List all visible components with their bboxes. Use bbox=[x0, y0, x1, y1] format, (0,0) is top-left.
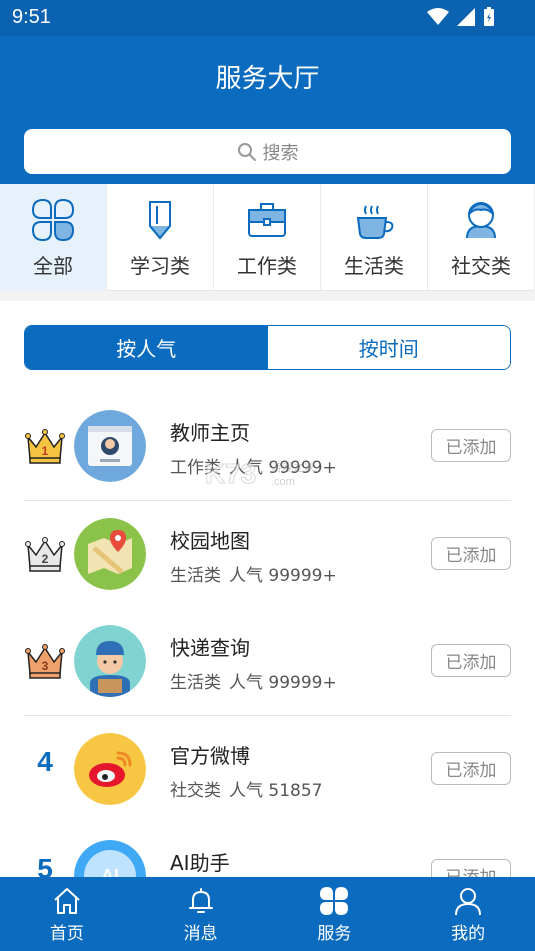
service-category: 生活类 bbox=[170, 565, 221, 586]
category-label: 全部 bbox=[33, 254, 73, 278]
category-all[interactable]: 全部 bbox=[0, 184, 107, 291]
service-name: 校园地图 bbox=[170, 528, 250, 553]
category-social[interactable]: 社交类 bbox=[428, 184, 535, 291]
rank-number: 4 bbox=[37, 745, 53, 777]
status-bar: 9:51 bbox=[0, 0, 535, 36]
category-life[interactable]: 生活类 bbox=[321, 184, 428, 291]
campus-map-avatar bbox=[74, 517, 146, 590]
category-label: 学习类 bbox=[130, 254, 190, 278]
sort-by-popularity-tab[interactable]: 按人气 bbox=[25, 326, 268, 369]
category-study[interactable]: 学习类 bbox=[107, 184, 214, 291]
service-name: 快递查询 bbox=[170, 636, 250, 660]
bottom-nav: 首页 消息 服务 我的 bbox=[0, 877, 535, 951]
service-popularity: 人气 99999+ bbox=[229, 458, 337, 478]
added-button[interactable]: 已添加 bbox=[431, 859, 511, 877]
list-item[interactable]: 4 官方微博 社交类 人气 51857 已添加 bbox=[24, 716, 511, 824]
weibo-avatar bbox=[74, 732, 146, 805]
header: 服务大厅 搜索 bbox=[0, 36, 535, 184]
status-time: 9:51 bbox=[12, 6, 51, 28]
category-bar: 全部 学习类 工作类 生活类 社交类 bbox=[0, 184, 535, 291]
pencil-icon bbox=[149, 201, 171, 240]
list-item[interactable]: 3 快递查询 生活类 人气 99999+ 已添加 bbox=[24, 608, 511, 716]
search-input[interactable]: 搜索 bbox=[24, 129, 511, 174]
search-placeholder: 搜索 bbox=[262, 142, 299, 164]
rank-number: 1 bbox=[42, 444, 49, 458]
crown-icon: 1 bbox=[24, 425, 66, 467]
home-icon bbox=[54, 887, 80, 914]
nav-label: 我的 bbox=[451, 923, 486, 944]
svg-text:AI: AI bbox=[101, 866, 119, 877]
services-icon bbox=[320, 886, 349, 915]
briefcase-icon bbox=[248, 203, 286, 237]
list-item[interactable]: 1 教师主页 工作类 人气 99999+ 已添加 bbox=[24, 393, 511, 501]
service-meta: 工作类 人气 99999+ bbox=[170, 453, 337, 478]
service-category: 生活类 bbox=[170, 673, 221, 693]
nav-services[interactable]: 服务 bbox=[268, 877, 402, 951]
crown-icon: 3 bbox=[24, 640, 66, 682]
service-popularity: 人气 99999+ bbox=[229, 673, 337, 693]
category-label: 工作类 bbox=[237, 254, 297, 278]
search-icon bbox=[237, 142, 256, 161]
rank-number: 2 bbox=[42, 552, 49, 566]
added-button[interactable]: 已添加 bbox=[431, 644, 511, 677]
sort-by-time-tab[interactable]: 按时间 bbox=[267, 326, 510, 369]
category-work[interactable]: 工作类 bbox=[214, 184, 321, 291]
sort-toggle: 按人气 按时间 bbox=[24, 325, 511, 370]
service-name: AI助手 bbox=[170, 851, 230, 875]
nav-home[interactable]: 首页 bbox=[0, 877, 134, 951]
signal-icon bbox=[457, 8, 475, 26]
teacher-page-avatar bbox=[74, 410, 146, 482]
battery-icon bbox=[484, 7, 494, 26]
service-meta: 社交类 人气 51857 bbox=[170, 776, 322, 801]
bell-icon bbox=[188, 887, 213, 913]
service-name: 教师主页 bbox=[170, 421, 250, 445]
list-item[interactable]: 2 校园地图 生活类 人气 99999+ 已添加 bbox=[24, 501, 511, 609]
ai-assistant-avatar: AI bbox=[74, 840, 146, 877]
service-popularity: 人气 99999+ bbox=[229, 565, 337, 586]
nav-messages[interactable]: 消息 bbox=[134, 877, 268, 951]
service-category: 社交类 bbox=[170, 780, 221, 801]
service-meta: 生活类 人气 99999+ bbox=[170, 561, 337, 586]
added-button[interactable]: 已添加 bbox=[431, 536, 511, 570]
service-meta: 生活类 人气 99999+ bbox=[170, 668, 337, 693]
rank-number: 5 bbox=[37, 853, 53, 877]
nav-label: 服务 bbox=[317, 923, 352, 944]
nav-label: 首页 bbox=[49, 923, 84, 944]
service-list: 1 教师主页 工作类 人气 99999+ 已添加 2 校园地图 生活类 人气 9… bbox=[24, 393, 511, 877]
status-icons bbox=[427, 7, 495, 27]
added-button[interactable]: 已添加 bbox=[431, 429, 511, 462]
grid-icon bbox=[31, 198, 75, 242]
category-label: 生活类 bbox=[344, 254, 404, 278]
service-popularity: 人气 51857 bbox=[229, 780, 323, 801]
wifi-icon bbox=[427, 8, 449, 25]
list-item[interactable]: 5 AI AI助手 已添加 bbox=[24, 823, 511, 877]
section-divider bbox=[0, 291, 535, 301]
rank-number: 3 bbox=[42, 659, 49, 673]
profile-icon bbox=[455, 887, 482, 915]
page-title: 服务大厅 bbox=[215, 64, 320, 94]
service-name: 官方微博 bbox=[170, 743, 250, 768]
category-label: 社交类 bbox=[451, 254, 511, 278]
courier-avatar bbox=[74, 625, 146, 697]
cup-icon bbox=[356, 205, 394, 239]
service-category: 工作类 bbox=[170, 458, 221, 478]
nav-label: 消息 bbox=[183, 923, 218, 944]
nav-profile[interactable]: 我的 bbox=[401, 877, 535, 951]
person-icon bbox=[466, 202, 496, 239]
crown-icon: 2 bbox=[24, 533, 66, 575]
added-button[interactable]: 已添加 bbox=[431, 751, 511, 785]
